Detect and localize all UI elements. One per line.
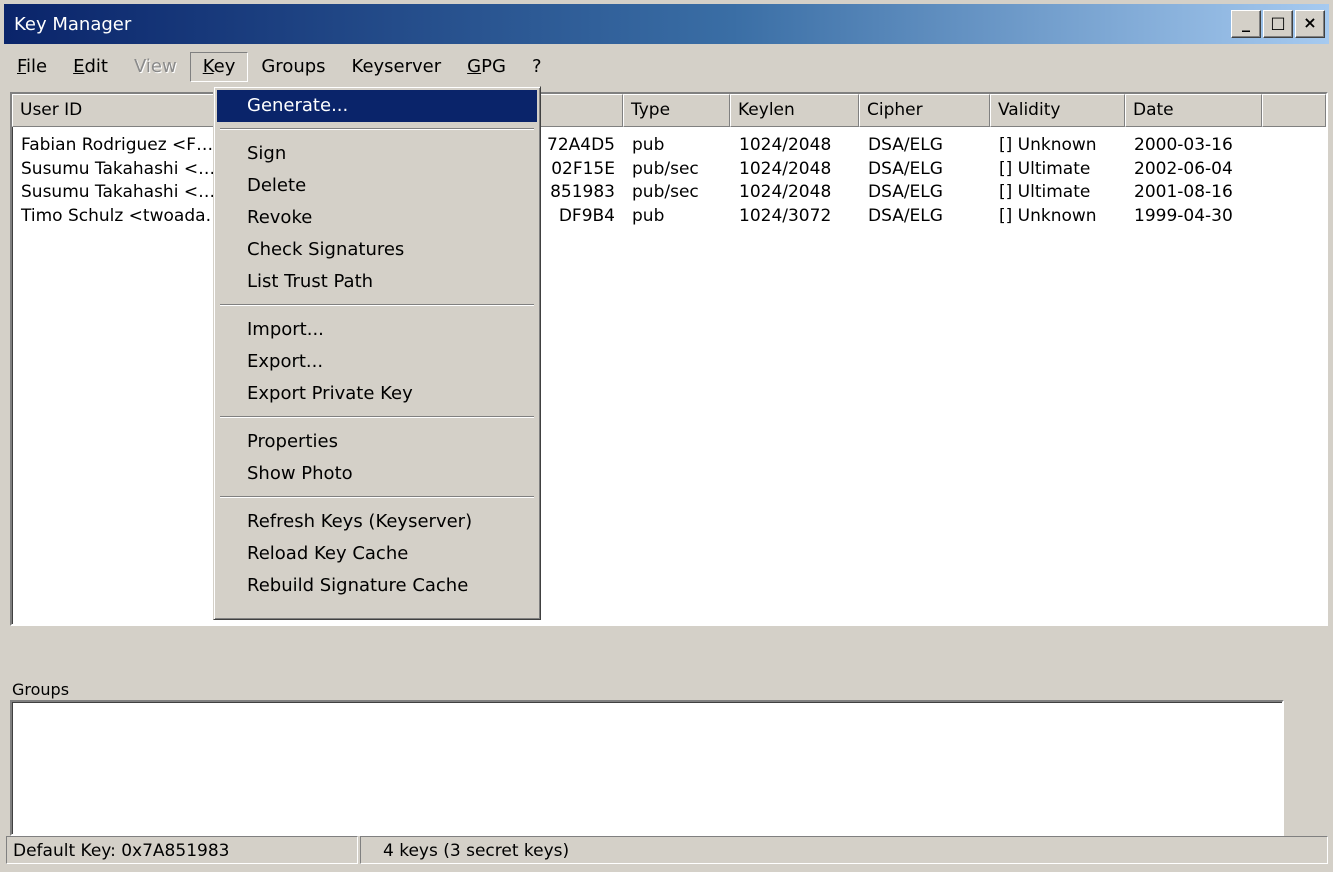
menu-item-rebuild-signature-cache[interactable]: Rebuild Signature Cache — [217, 570, 537, 602]
menu-mnemonic: K — [202, 56, 214, 77]
cell-keylen: 1024/2048 — [739, 182, 832, 202]
menu-item-export-private-key[interactable]: Export Private Key — [217, 378, 537, 410]
menu-groups[interactable]: Groups — [248, 52, 338, 82]
cell-validity: [] Unknown — [999, 205, 1097, 226]
title-bar[interactable]: Key Manager _ □ × — [4, 4, 1329, 44]
menu-help[interactable]: ? — [519, 52, 555, 82]
cell-type: pub/sec — [632, 158, 699, 179]
status-key-count: 4 keys (3 secret keys) — [360, 836, 1328, 864]
cell-keylen: 1024/2048 — [739, 158, 832, 179]
menu-edit[interactable]: Edit — [60, 52, 121, 82]
key-manager-window: Key Manager _ □ × File Edit View Key Groups K… — [0, 0, 1333, 872]
cell-type: pub — [632, 135, 665, 155]
menu-separator — [220, 416, 534, 418]
menu-item-check-signatures[interactable]: Check Signatures — [217, 234, 537, 266]
groups-label: Groups — [12, 680, 70, 699]
window-title: Key Manager — [14, 14, 132, 35]
cell-userid: Susumu Takahashi <… — [21, 158, 215, 179]
menu-separator — [220, 128, 534, 130]
menu-separator — [220, 304, 534, 306]
menu-bar: File Edit View Key Groups Keyserver GPG? — [4, 50, 555, 84]
column-header-filler — [1262, 94, 1326, 127]
minimize-button[interactable]: _ — [1231, 10, 1261, 38]
menu-key[interactable]: Key — [189, 52, 249, 82]
cell-date: 1999-04-30 — [1134, 205, 1233, 226]
key-list-header: User ID Type Keylen Cipher Validity Date — [12, 94, 1326, 127]
table-row[interactable]: Timo Schulz <twoada… DF9B4 pub 1024/3072 DSA… — [12, 205, 1326, 229]
menu-item-reload-key-cache[interactable]: Reload Key Cache — [217, 538, 537, 570]
cell-date: 2000-03-16 — [1134, 135, 1233, 155]
menu-gpg[interactable]: GPG — [454, 52, 519, 82]
cell-cipher: DSA/ELG — [868, 158, 943, 179]
close-button[interactable]: × — [1295, 10, 1325, 38]
cell-validity: [] Ultimate — [999, 182, 1091, 202]
menu-separator — [220, 496, 534, 498]
maximize-button[interactable]: □ — [1263, 10, 1293, 38]
cell-cipher: DSA/ELG — [868, 135, 943, 155]
cell-userid: Timo Schulz <twoada… — [21, 205, 215, 226]
menu-label-rest: PG — [481, 56, 506, 77]
menu-item-show-photo[interactable]: Show Photo — [217, 458, 537, 490]
table-row[interactable]: Susumu Takahashi <… 851983 pub/sec 1024/204… — [12, 181, 1326, 205]
menu-label-rest: dit — [84, 56, 108, 77]
column-header-user-id[interactable]: User ID — [12, 94, 215, 127]
cell-type: pub/sec — [632, 182, 699, 202]
column-header-cipher[interactable]: Cipher — [859, 94, 990, 127]
menu-file[interactable]: File — [4, 52, 60, 82]
menu-mnemonic: F — [17, 56, 27, 77]
cell-cipher: DSA/ELG — [868, 205, 943, 226]
column-header-type[interactable]: Type — [623, 94, 730, 127]
cell-keylen: 1024/3072 — [739, 205, 832, 226]
menu-item-list-trust-path[interactable]: List Trust Path — [217, 266, 537, 298]
cell-userid: Fabian Rodriguez <F… — [21, 135, 214, 155]
status-bar: Default Key: 0x7A851983 4 keys (3 secret… — [4, 834, 1329, 868]
menu-item-refresh-keys-keyserver[interactable]: Refresh Keys (Keyserver) — [217, 506, 537, 538]
table-row[interactable]: Susumu Takahashi <… 02F15E pub/sec 1024/204… — [12, 158, 1326, 182]
menu-item-import[interactable]: Import... — [217, 314, 537, 346]
menu-item-revoke[interactable]: Revoke — [217, 202, 537, 234]
cell-date: 2001-08-16 — [1134, 182, 1233, 202]
menu-item-delete[interactable]: Delete — [217, 170, 537, 202]
menu-mnemonic: G — [467, 56, 482, 77]
column-header-date[interactable]: Date — [1125, 94, 1262, 127]
table-row[interactable]: Fabian Rodriguez <F… 72A4D5 pub 1024/2048 DS… — [12, 134, 1326, 158]
menu-view[interactable]: View — [121, 52, 190, 82]
cell-type: pub — [632, 205, 665, 226]
cell-cipher: DSA/ELG — [868, 182, 943, 202]
menu-label-rest: ile — [26, 56, 48, 77]
column-header-validity[interactable]: Validity — [990, 94, 1125, 127]
menu-item-export[interactable]: Export... — [217, 346, 537, 378]
menu-item-properties[interactable]: Properties — [217, 426, 537, 458]
cell-validity: [] Unknown — [999, 135, 1097, 155]
key-menu-dropdown: Generate... Sign Delete Revoke Check Signatu… — [213, 86, 541, 620]
column-header-keylen[interactable]: Keylen — [730, 94, 859, 127]
menu-keyserver[interactable]: Keyserver — [339, 52, 455, 82]
menu-label-rest: ey — [213, 56, 236, 77]
cell-date: 2002-06-04 — [1134, 158, 1233, 179]
menu-item-sign[interactable]: Sign — [217, 138, 537, 170]
status-default-key: Default Key: 0x7A851983 — [6, 836, 358, 864]
cell-userid: Susumu Takahashi <… — [21, 182, 215, 202]
window-controls: _ □ × — [1231, 10, 1325, 38]
menu-mnemonic: E — [73, 56, 85, 77]
menu-item-generate[interactable]: Generate... — [217, 90, 537, 122]
key-list[interactable]: User ID Type Keylen Cipher Validity Date Fabi… — [10, 92, 1328, 626]
groups-list[interactable] — [10, 700, 1284, 836]
cell-validity: [] Ultimate — [999, 158, 1091, 179]
key-list-rows: Fabian Rodriguez <F… 72A4D5 pub 1024/2048 DS… — [12, 134, 1326, 228]
cell-keylen: 1024/2048 — [739, 135, 832, 155]
